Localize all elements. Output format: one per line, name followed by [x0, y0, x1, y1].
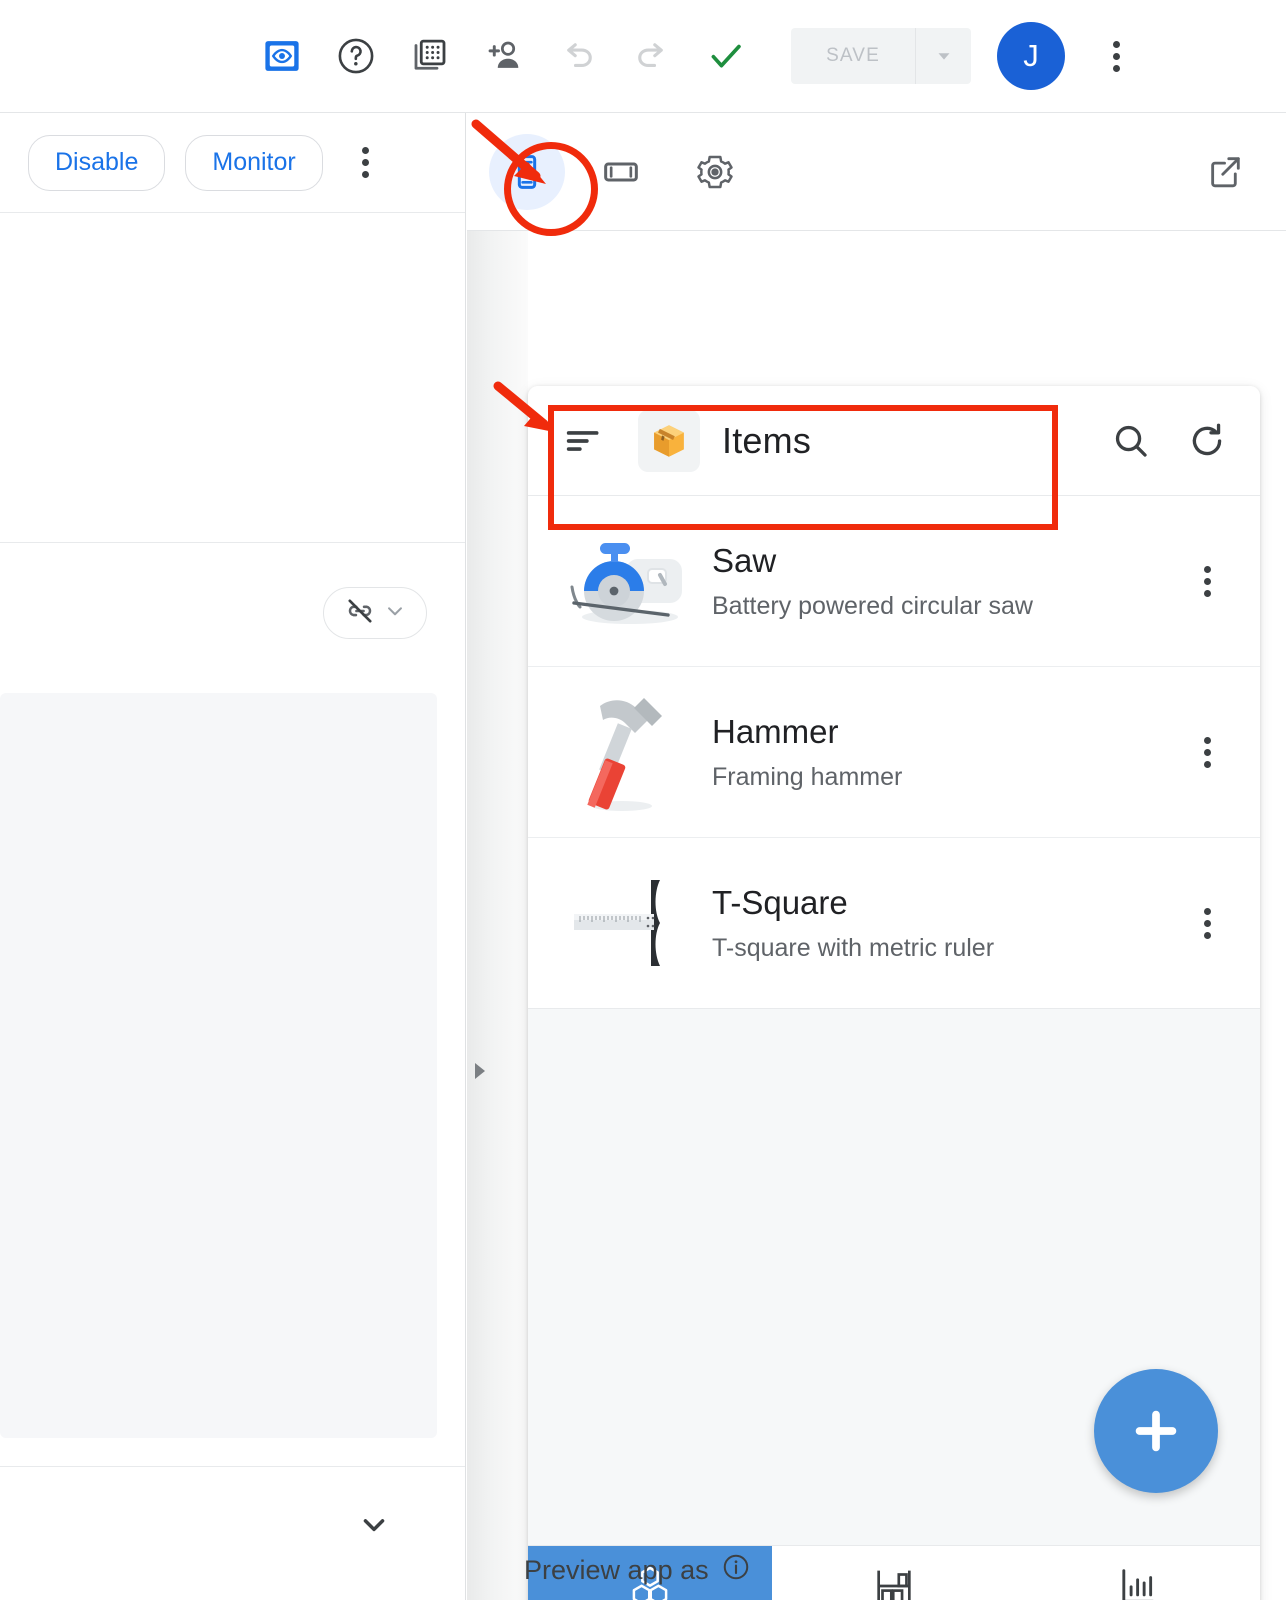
panel-expand-handle[interactable]: [468, 1055, 492, 1087]
list-empty-area: [528, 1009, 1260, 1545]
avatar[interactable]: J: [997, 22, 1065, 90]
item-subtitle: T-square with metric ruler: [712, 933, 995, 962]
stage-gutter: [467, 231, 528, 1600]
copy-app-icon[interactable]: [393, 19, 467, 93]
top-toolbar: SAVE J: [0, 0, 1286, 113]
left-panel-link-row: [0, 543, 465, 683]
preview-stage: Items Saw Battery powered circular saw H…: [467, 231, 1286, 1600]
phone-view-icon[interactable]: [489, 133, 565, 210]
item-subtitle: Battery powered circular saw: [712, 591, 1033, 620]
nav-tab-inventory-log[interactable]: Inventory Log: [772, 1546, 1016, 1600]
preview-app-as-row: Preview app as: [524, 1552, 751, 1589]
item-row-hammer[interactable]: Hammer Framing hammer: [528, 667, 1260, 838]
item-title: Hammer: [712, 713, 839, 751]
save-button[interactable]: SAVE: [791, 28, 916, 84]
info-icon[interactable]: [721, 1552, 751, 1589]
left-editor-panel: Disable Monitor: [0, 113, 466, 1600]
link-off-dropdown[interactable]: [323, 587, 427, 639]
app-logo-icon: [638, 409, 700, 472]
save-button-group[interactable]: SAVE: [791, 28, 971, 84]
item-list: Saw Battery powered circular saw Hammer …: [528, 496, 1260, 1009]
left-panel-section-empty: [0, 213, 465, 543]
item-overflow-menu[interactable]: [1178, 710, 1236, 794]
t-square-icon: [554, 863, 702, 983]
chevron-down-icon[interactable]: [355, 1506, 393, 1549]
item-row-saw[interactable]: Saw Battery powered circular saw: [528, 496, 1260, 667]
left-panel-overflow-menu[interactable]: [343, 135, 389, 191]
left-panel-action-row: Disable Monitor: [0, 113, 465, 213]
item-text: Saw Battery powered circular saw: [712, 541, 1178, 620]
add-person-icon[interactable]: [467, 19, 541, 93]
save-dropdown-caret[interactable]: [916, 28, 971, 84]
app-header: Items: [528, 386, 1260, 496]
item-overflow-menu[interactable]: [1178, 881, 1236, 965]
item-text: Hammer Framing hammer: [712, 712, 1178, 791]
redo-icon[interactable]: [615, 19, 689, 93]
link-off-icon: [342, 593, 378, 634]
preview-app-as-label: Preview app as: [524, 1555, 709, 1585]
disable-button[interactable]: Disable: [28, 134, 166, 191]
item-subtitle: Framing hammer: [712, 762, 903, 791]
item-title: T-Square: [712, 884, 848, 922]
app-root: SAVE J Disable Monitor Items Saw Battery…: [0, 0, 1286, 1600]
topbar-overflow-menu[interactable]: [1091, 26, 1141, 86]
left-panel-preview-card: [0, 693, 437, 1438]
item-row-tsquare[interactable]: T-Square T-square with metric ruler: [528, 838, 1260, 1009]
chevron-down-icon: [382, 598, 408, 629]
phone-preview-frame: Items Saw Battery powered circular saw H…: [528, 386, 1260, 1600]
check-icon: [689, 19, 763, 93]
nav-tab-levels[interactable]: Levels: [1016, 1546, 1260, 1600]
preview-panel: Items Saw Battery powered circular saw H…: [467, 113, 1286, 1600]
left-panel-expand-row[interactable]: [0, 1467, 465, 1587]
monitor-button[interactable]: Monitor: [185, 134, 323, 191]
search-icon[interactable]: [1100, 410, 1162, 472]
preview-toolbar: [467, 113, 1286, 231]
preview-eye-icon[interactable]: [245, 19, 319, 93]
circular-saw-icon: [554, 521, 702, 641]
toolbar-icon-group: SAVE J: [245, 19, 1141, 93]
refresh-icon[interactable]: [1176, 410, 1238, 472]
item-title: Saw: [712, 542, 777, 580]
shelf-icon: [871, 1563, 917, 1600]
help-circle-icon[interactable]: [319, 19, 393, 93]
tablet-view-icon[interactable]: [583, 134, 659, 210]
item-text: T-Square T-square with metric ruler: [712, 883, 1178, 962]
sort-menu-icon[interactable]: [556, 414, 610, 468]
app-title: Items: [722, 419, 812, 461]
add-item-fab[interactable]: [1094, 1369, 1218, 1493]
item-overflow-menu[interactable]: [1178, 539, 1236, 623]
hammer-icon: [554, 692, 702, 812]
bar-chart-icon: [1115, 1563, 1161, 1600]
preview-settings-icon[interactable]: [677, 134, 753, 210]
undo-icon[interactable]: [541, 19, 615, 93]
open-external-icon[interactable]: [1190, 137, 1260, 207]
